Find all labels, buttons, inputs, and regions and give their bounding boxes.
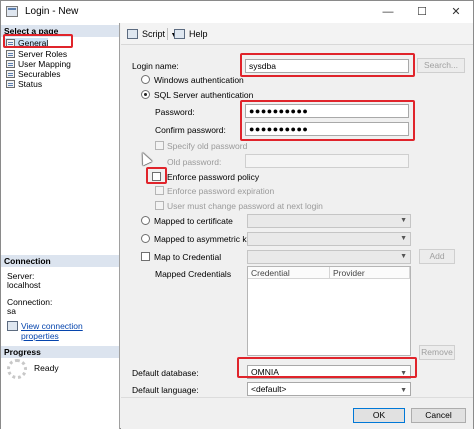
remove-button[interactable]: Remove: [419, 345, 455, 360]
view-connection-properties-link[interactable]: View connection properties: [7, 321, 119, 341]
progress-spinner-icon: [7, 359, 27, 379]
toolbar: Script ▼ Help: [121, 23, 473, 45]
password-highlight-box: [240, 100, 415, 141]
mapped-credentials-grid[interactable]: Credential Provider: [247, 266, 411, 356]
nav-item-label: User Mapping: [18, 59, 71, 69]
chevron-down-icon: ▼: [400, 235, 407, 242]
page-icon: [6, 80, 15, 88]
title-bar: Login - New — ☐ ✕: [1, 1, 473, 23]
page-icon: [6, 60, 15, 68]
minimize-button[interactable]: —: [371, 1, 405, 23]
map-credential-checkbox[interactable]: [141, 252, 150, 261]
mapped-certificate-label: Mapped to certificate: [154, 216, 233, 226]
left-pane: Select a page General Server Roles User …: [1, 23, 120, 429]
nav-item-label: Status: [18, 79, 43, 89]
mapped-asymmetric-key-label: Mapped to asymmetric key: [154, 234, 256, 244]
default-language-value: <default>: [251, 384, 287, 394]
nav-item-label: Securables: [18, 69, 61, 79]
grid-column-provider: Provider: [330, 267, 410, 279]
help-button[interactable]: Help: [174, 27, 208, 41]
help-icon: [174, 29, 185, 39]
window-title: Login - New: [25, 6, 79, 17]
close-button[interactable]: ✕: [439, 1, 473, 23]
progress-header: Progress: [1, 346, 119, 358]
sql-auth-label: SQL Server authentication: [154, 90, 254, 100]
asymmetric-key-select[interactable]: ▼: [247, 232, 411, 246]
nav-item-user-mapping[interactable]: User Mapping: [5, 59, 71, 69]
credential-select[interactable]: ▼: [247, 250, 411, 264]
chevron-down-icon: ▼: [400, 253, 407, 260]
default-database-label: Default database:: [132, 368, 199, 378]
mapped-credentials-label: Mapped Credentials: [155, 269, 232, 279]
default-language-label: Default language:: [132, 385, 199, 395]
ok-button[interactable]: OK: [353, 408, 405, 423]
mapped-certificate-radio[interactable]: [141, 216, 150, 225]
windows-auth-radio[interactable]: [141, 75, 150, 84]
login-new-window: Login - New — ☐ ✕ Select a page General …: [0, 0, 474, 429]
windows-auth-label: Windows authentication: [154, 75, 244, 85]
chevron-down-icon: ▼: [400, 387, 407, 394]
script-button[interactable]: Script ▼: [127, 27, 177, 41]
map-credential-label: Map to Credential: [154, 252, 222, 262]
footer-bar: OK Cancel: [121, 397, 473, 429]
chevron-down-icon: ▼: [400, 217, 407, 224]
page-icon: [6, 50, 15, 58]
nav-item-status[interactable]: Status: [5, 79, 42, 89]
general-highlight-box: [3, 34, 73, 48]
must-change-label: User must change password at next login: [167, 201, 323, 211]
specify-old-password-label: Specify old password: [167, 141, 248, 151]
enforce-expiration-checkbox[interactable]: [155, 186, 164, 195]
mapped-asymmetric-key-radio[interactable]: [141, 234, 150, 243]
progress-status: Ready: [34, 363, 59, 373]
confirm-password-label: Confirm password:: [155, 125, 226, 135]
connection-header: Connection: [1, 255, 119, 267]
default-database-highlight-box: [237, 357, 417, 378]
cancel-button[interactable]: Cancel: [411, 408, 466, 423]
enforce-expiration-label: Enforce password expiration: [167, 186, 275, 196]
general-page-form: Login name: sysdba Search... Windows aut…: [121, 46, 473, 396]
nav-item-server-roles[interactable]: Server Roles: [5, 49, 67, 59]
connection-value: sa: [7, 306, 16, 316]
must-change-checkbox[interactable]: [155, 201, 164, 210]
specify-old-password-checkbox[interactable]: [155, 141, 164, 150]
password-label: Password:: [155, 107, 195, 117]
add-button[interactable]: Add: [419, 249, 455, 264]
old-password-label: Old password:: [167, 157, 222, 167]
sql-auth-radio[interactable]: [141, 90, 150, 99]
enforce-policy-highlight-box: [146, 167, 167, 184]
nav-item-securables[interactable]: Securables: [5, 69, 61, 79]
toolbar-separator: [167, 28, 168, 40]
enforce-policy-label: Enforce password policy: [167, 172, 260, 182]
app-icon: [6, 6, 18, 17]
login-name-highlight-box: [240, 53, 415, 77]
certificate-select[interactable]: ▼: [247, 214, 411, 228]
properties-icon: [7, 321, 18, 331]
maximize-button[interactable]: ☐: [405, 1, 439, 23]
page-icon: [6, 70, 15, 78]
nav-item-label: Server Roles: [18, 49, 68, 59]
old-password-input[interactable]: [245, 154, 409, 168]
script-icon: [127, 29, 138, 39]
login-name-label: Login name:: [132, 61, 179, 71]
grid-column-credential: Credential: [248, 267, 330, 279]
server-value: localhost: [7, 280, 41, 290]
search-button[interactable]: Search...: [417, 58, 465, 73]
default-language-select[interactable]: <default> ▼: [247, 382, 411, 396]
